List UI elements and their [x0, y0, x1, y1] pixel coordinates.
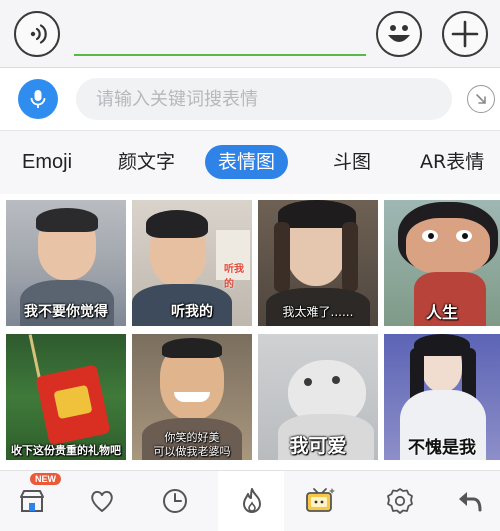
sticker-toolbar: NEW [0, 470, 500, 531]
tab-ar-stickers[interactable]: AR表情 [420, 145, 484, 179]
hot-stickers-button[interactable] [232, 481, 272, 521]
back-button[interactable] [450, 481, 490, 521]
collapse-keyboard-button[interactable] [467, 85, 495, 113]
tab-doutu[interactable]: 斗图 [333, 145, 371, 179]
sticker-caption-line2: 可以做我老婆吗 [153, 445, 231, 458]
sticker-tile[interactable]: 我可爱 [258, 334, 378, 460]
back-arrow-icon [459, 492, 482, 512]
chat-input-bar [0, 0, 500, 68]
sticker-corner-text: 听我的 [224, 264, 244, 290]
sticker-tile[interactable]: 人生 [384, 200, 500, 326]
tab-emoji[interactable]: Emoji [22, 145, 72, 179]
sticker-caption: 听我的 [171, 304, 213, 320]
more-button[interactable] [442, 11, 488, 57]
sticker-caption: 人生 [425, 303, 458, 322]
sticker-caption: 不愧是我 [408, 438, 476, 458]
emoji-button[interactable] [376, 11, 422, 57]
sticker-tile[interactable]: 听我的 听我的 [132, 200, 252, 326]
smiley-icon [388, 25, 410, 42]
new-badge: NEW [30, 473, 61, 485]
heart-icon [91, 490, 113, 512]
sticker-caption-line1: 你笑的好美 [164, 431, 220, 444]
clock-icon [163, 489, 187, 513]
search-box [76, 78, 452, 120]
sticker-packs-button[interactable] [300, 481, 340, 521]
recent-button[interactable] [155, 481, 195, 521]
search-input[interactable] [76, 78, 452, 120]
tab-stickers[interactable]: 表情图 [205, 145, 289, 179]
sticker-shop-button[interactable] [12, 481, 52, 521]
sticker-caption: 我太难了...... [282, 305, 354, 319]
sticker-tile[interactable]: 你笑的好美 可以做我老婆吗 [132, 334, 252, 460]
voice-input-button[interactable] [14, 11, 60, 57]
flame-icon [243, 488, 261, 513]
sticker-caption: 我可爱 [289, 435, 347, 457]
chat-text-field[interactable] [74, 14, 366, 56]
category-tabs: Emoji 颜文字 表情图 斗图 AR表情 [0, 130, 500, 194]
collapse-arrow-icon [476, 94, 486, 104]
sticker-search-row [0, 68, 500, 130]
sticker-tile[interactable]: 不愧是我 [384, 334, 500, 460]
microphone-icon [30, 90, 46, 108]
voice-search-button[interactable] [18, 79, 58, 119]
sticker-grid: 我不要你觉得 听我的 听我的 我太难了...... 人生 收下这份贵重的礼物吧 … [0, 194, 500, 470]
favorites-button[interactable] [82, 481, 122, 521]
shop-icon [20, 490, 44, 512]
sticker-caption: 我不要你觉得 [24, 304, 108, 320]
sticker-caption: 收下这份贵重的礼物吧 [11, 444, 121, 457]
gear-icon [387, 488, 413, 514]
sticker-tile[interactable]: 我太难了...... [258, 200, 378, 326]
sticker-tile[interactable]: 我不要你觉得 [6, 200, 126, 326]
plus-icon [451, 20, 479, 48]
settings-button[interactable] [380, 481, 420, 521]
voice-wave-icon [30, 24, 47, 44]
tab-kaomoji[interactable]: 颜文字 [118, 145, 175, 179]
tv-sticker-icon [306, 488, 335, 512]
sticker-tile[interactable]: 收下这份贵重的礼物吧 [6, 334, 126, 460]
